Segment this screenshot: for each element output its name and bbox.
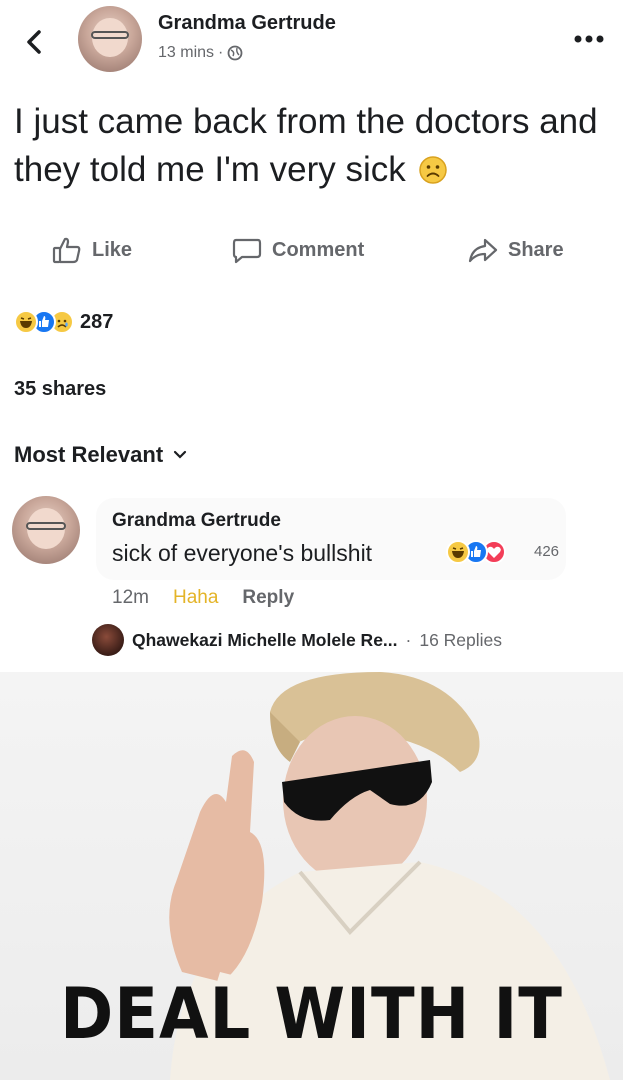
comment-time: 12m xyxy=(112,587,149,608)
share-button[interactable]: Share xyxy=(468,236,564,264)
haha-icon xyxy=(446,540,470,564)
post-meta: 13 mins · xyxy=(158,44,243,62)
comment-reaction-count: 426 xyxy=(534,543,560,560)
reactions-summary[interactable]: 287 xyxy=(14,310,214,338)
share-count[interactable]: 35 shares xyxy=(14,378,106,401)
comment-label: Comment xyxy=(272,238,365,261)
reply-preview[interactable]: Qhawekazi Michelle Molele Re... · 16 Rep… xyxy=(92,624,502,656)
post-text-block: I just came back from the doctors and th… xyxy=(14,98,604,194)
sad-face-emoji xyxy=(418,156,447,184)
sort-label: Most Relevant xyxy=(14,442,164,467)
haha-icon xyxy=(14,310,38,334)
post-text: I just came back from the doctors and th… xyxy=(14,102,598,189)
reply-count: 16 Replies xyxy=(419,629,503,650)
more-horizontal-icon xyxy=(574,35,604,43)
comment-icon xyxy=(232,238,262,264)
chevron-down-icon xyxy=(174,450,187,459)
author-avatar[interactable] xyxy=(78,6,142,72)
reaction-count: 287 xyxy=(80,311,114,333)
like-icon xyxy=(52,237,81,264)
like-label: Like xyxy=(92,238,133,261)
comment-text: sick of everyone's bullshit xyxy=(112,540,373,566)
reply-avatar xyxy=(92,624,124,656)
comment-author[interactable]: Grandma Gertrude xyxy=(112,510,281,532)
chevron-left-icon xyxy=(27,30,41,54)
share-icon xyxy=(468,238,498,263)
back-button[interactable] xyxy=(20,24,48,60)
comment-haha-button[interactable]: Haha xyxy=(173,587,218,609)
comment-meta: 12m Haha Reply xyxy=(112,587,294,609)
meme-image: DEAL WITH IT xyxy=(0,672,623,1080)
meme-caption: DEAL WITH IT xyxy=(60,974,563,1056)
reply-author: Qhawekazi Michelle Molele Re... xyxy=(132,629,398,650)
share-label: Share xyxy=(508,238,564,261)
like-button[interactable]: Like xyxy=(52,236,132,264)
globe-icon xyxy=(227,45,243,61)
author-name[interactable]: Grandma Gertrude xyxy=(158,12,336,35)
comment-reply-button[interactable]: Reply xyxy=(242,587,294,609)
comment-reactions[interactable]: 426 xyxy=(446,540,586,566)
meta-separator: · xyxy=(218,44,224,61)
more-options-button[interactable] xyxy=(572,32,606,44)
reply-separator: · xyxy=(405,629,412,650)
commenter-avatar[interactable] xyxy=(12,496,80,564)
comment-button[interactable]: Comment xyxy=(232,236,364,264)
comment-sort-dropdown[interactable]: Most Relevant xyxy=(14,442,187,468)
post-time: 13 mins xyxy=(158,44,215,61)
